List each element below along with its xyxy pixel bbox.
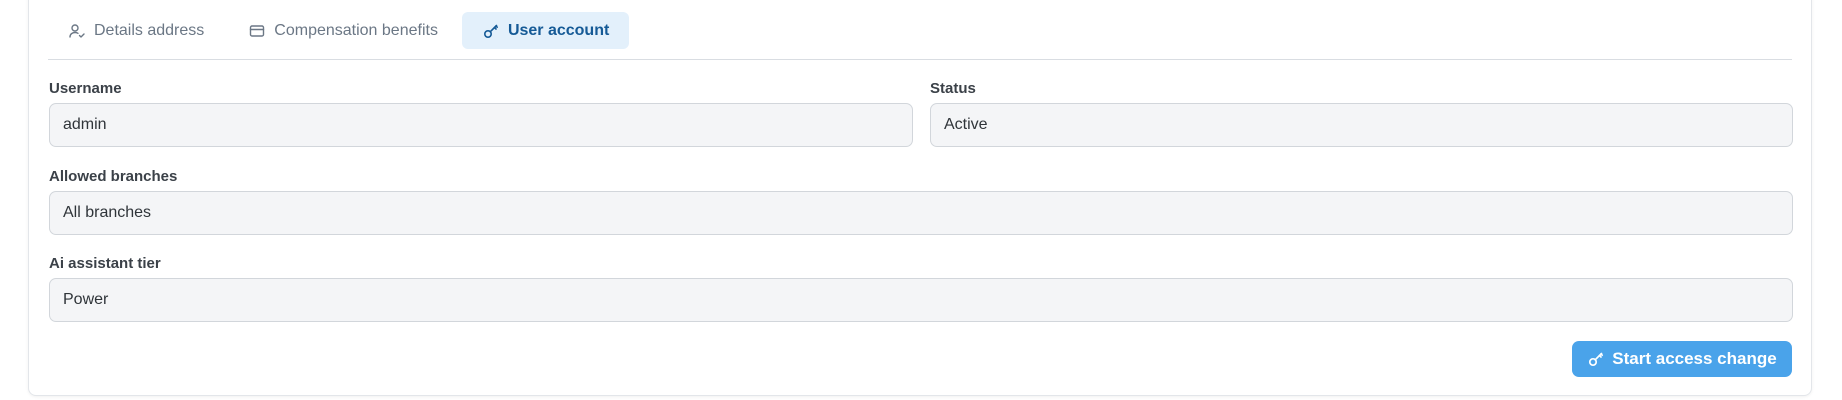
tab-label: User account <box>507 21 610 39</box>
allowed-branches-label: Allowed branches <box>49 168 178 185</box>
tab-details-address[interactable]: Details address <box>48 12 224 49</box>
allowed-branches-field[interactable]: All branches <box>49 191 1793 235</box>
tab-label: Compensation benefits <box>274 21 438 39</box>
username-field[interactable]: admin <box>49 103 913 147</box>
user-check-icon <box>68 22 86 40</box>
credit-card-icon <box>248 22 266 40</box>
key-icon <box>482 22 500 40</box>
key-icon <box>1587 350 1605 368</box>
ai-assistant-tier-label: Ai assistant tier <box>49 255 161 272</box>
start-access-change-button[interactable]: Start access change <box>1572 341 1792 377</box>
tab-bar: Details address Compensation benefits Us… <box>48 12 1792 60</box>
status-label: Status <box>930 80 976 97</box>
ai-assistant-tier-field[interactable]: Power <box>49 278 1793 322</box>
status-field[interactable]: Active <box>930 103 1793 147</box>
button-label: Start access change <box>1612 349 1777 368</box>
tab-compensation-benefits[interactable]: Compensation benefits <box>228 12 458 49</box>
tab-label: Details address <box>94 21 205 39</box>
username-label: Username <box>49 80 122 97</box>
tab-user-account[interactable]: User account <box>461 12 630 49</box>
